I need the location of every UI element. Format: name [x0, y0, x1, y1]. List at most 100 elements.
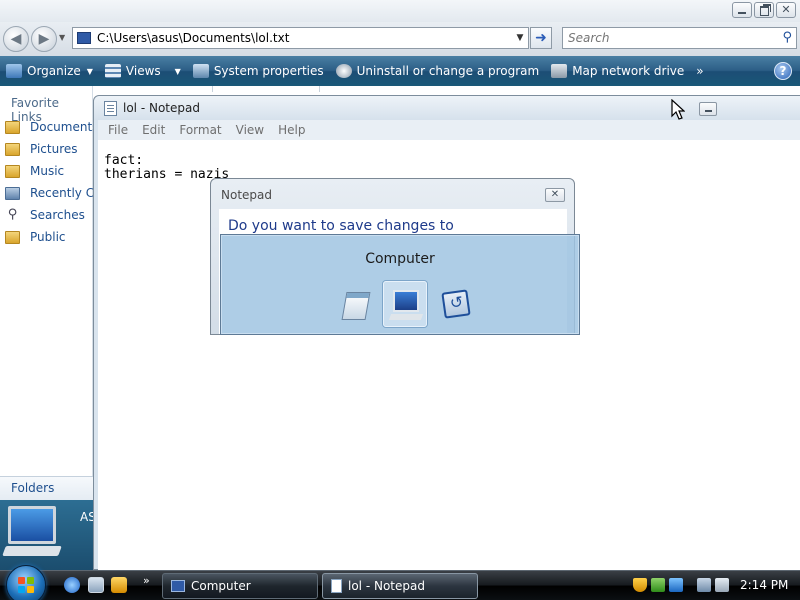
- security-shield-icon[interactable]: [633, 578, 647, 592]
- address-field[interactable]: C:\Users\asus\Documents\lol.txt ▼: [72, 27, 529, 49]
- switcher-item-computer[interactable]: [383, 281, 427, 327]
- details-pane: AS: [0, 500, 93, 570]
- nav-item-label: Pictures: [30, 142, 78, 156]
- system-tray: 2:14 PM: [630, 571, 800, 600]
- organize-label: Organize: [27, 64, 81, 78]
- taskbar: » Computer lol - Notepad 2:14 PM: [0, 565, 800, 600]
- chevron-down-icon: ▼: [174, 66, 181, 76]
- tray-app-icon[interactable]: [651, 578, 665, 592]
- volume-muted-icon[interactable]: [715, 578, 729, 592]
- toolbar-overflow-button[interactable]: »: [690, 56, 709, 86]
- nav-item-public[interactable]: Public: [5, 230, 66, 244]
- go-button[interactable]: ➜: [530, 27, 552, 49]
- flip3d-icon: [441, 289, 471, 319]
- notepad-icon: [331, 579, 342, 593]
- window-controls: ✕: [732, 2, 796, 18]
- tray-app-icon[interactable]: [669, 578, 683, 592]
- details-computer-name: AS: [80, 510, 93, 524]
- dialog-title: Notepad: [221, 188, 272, 202]
- switcher-title: Computer: [365, 251, 435, 267]
- help-icon[interactable]: ?: [774, 62, 792, 80]
- notepad-icon: [341, 292, 371, 320]
- search-icon[interactable]: ⚲: [782, 30, 792, 45]
- nav-item-recently-changed[interactable]: Recently Ch: [5, 186, 102, 200]
- folder-icon: [5, 230, 20, 244]
- computer-icon: [171, 580, 185, 592]
- folder-icon: [5, 142, 20, 156]
- uninstall-program-button[interactable]: Uninstall or change a program: [330, 56, 546, 86]
- menu-edit[interactable]: Edit: [142, 123, 165, 137]
- network-icon[interactable]: [697, 578, 711, 592]
- folder-icon: [5, 120, 20, 134]
- computer-icon: [77, 32, 91, 44]
- system-properties-button[interactable]: System properties: [187, 56, 330, 86]
- dialog-close-button[interactable]: ✕: [545, 188, 565, 202]
- menu-file[interactable]: File: [108, 123, 128, 137]
- switcher-item-notepad[interactable]: [333, 281, 377, 327]
- uninstall-label: Uninstall or change a program: [356, 64, 540, 78]
- search-input[interactable]: [568, 31, 768, 45]
- navigation-pane: Favorite Links Documents Pictures Music …: [0, 86, 102, 570]
- taskbar-button-computer[interactable]: Computer: [162, 573, 318, 599]
- views-button[interactable]: Views ▼: [99, 56, 187, 86]
- menu-format[interactable]: Format: [179, 123, 221, 137]
- window-switcher: Computer: [220, 234, 580, 335]
- menu-help[interactable]: Help: [278, 123, 305, 137]
- media-player-icon[interactable]: [111, 577, 127, 593]
- map-drive-label: Map network drive: [572, 64, 685, 78]
- column-divider: [212, 86, 320, 92]
- taskbar-button-notepad[interactable]: lol - Notepad: [322, 573, 478, 599]
- close-button[interactable]: ✕: [776, 2, 796, 18]
- notepad-title-bar[interactable]: lol - Notepad: [94, 96, 800, 120]
- chevron-down-icon: ▼: [86, 66, 93, 76]
- taskbar-button-label: Computer: [191, 579, 251, 593]
- folder-icon: [5, 164, 20, 178]
- quick-launch-overflow[interactable]: »: [143, 574, 150, 587]
- computer-base-icon: [388, 314, 424, 320]
- nav-item-label: Recently Ch: [30, 186, 102, 200]
- organize-button[interactable]: Organize ▼: [0, 56, 99, 86]
- command-toolbar: Organize ▼ Views ▼ System properties Uni…: [0, 56, 800, 86]
- nav-item-label: Searches: [30, 208, 85, 222]
- notepad-icon: [104, 100, 117, 116]
- explorer-title-bar[interactable]: ✕: [0, 0, 800, 22]
- network-drive-icon: [551, 64, 568, 78]
- show-desktop-icon[interactable]: [88, 577, 104, 593]
- notepad-content: fact: therians = nazis: [104, 154, 229, 182]
- views-label: Views: [125, 64, 161, 78]
- switcher-item-flip3d[interactable]: [433, 281, 477, 327]
- nav-item-pictures[interactable]: Pictures: [5, 142, 78, 156]
- address-text: C:\Users\asus\Documents\lol.txt: [97, 31, 290, 45]
- clock[interactable]: 2:14 PM: [740, 578, 788, 592]
- address-bar-row: ◀ ▶ ▼ C:\Users\asus\Documents\lol.txt ▼ …: [0, 22, 800, 56]
- computer-base-icon: [2, 546, 62, 556]
- menu-view[interactable]: View: [236, 123, 264, 137]
- recent-pages-dropdown[interactable]: ▼: [59, 33, 65, 42]
- search-icon: ⚲: [7, 207, 18, 222]
- switcher-icons: [333, 281, 477, 327]
- system-properties-label: System properties: [213, 64, 324, 78]
- map-network-drive-button[interactable]: Map network drive: [545, 56, 690, 86]
- nav-item-music[interactable]: Music: [5, 164, 64, 178]
- taskbar-button-label: lol - Notepad: [348, 579, 425, 593]
- internet-explorer-icon[interactable]: [64, 577, 80, 593]
- dialog-message: Do you want to save changes to: [228, 218, 454, 234]
- system-properties-icon: [192, 64, 209, 78]
- start-button[interactable]: [6, 565, 46, 600]
- notepad-minimize-button[interactable]: [699, 102, 717, 116]
- nav-item-label: Music: [30, 164, 65, 178]
- back-button[interactable]: ◀: [3, 26, 29, 52]
- computer-icon: [8, 506, 56, 544]
- recent-folder-icon: [5, 186, 20, 200]
- notepad-title: lol - Notepad: [123, 101, 200, 115]
- nav-item-searches[interactable]: ⚲ Searches: [5, 207, 85, 223]
- notepad-menu-bar: File Edit Format View Help: [98, 120, 800, 140]
- search-box[interactable]: ⚲: [562, 27, 797, 49]
- folders-toggle[interactable]: Folders: [0, 476, 93, 500]
- address-dropdown-icon[interactable]: ▼: [512, 33, 528, 43]
- nav-item-documents[interactable]: Documents: [5, 120, 98, 134]
- maximize-button[interactable]: [754, 2, 774, 18]
- uninstall-icon: [335, 64, 352, 78]
- minimize-button[interactable]: [732, 2, 752, 18]
- forward-button[interactable]: ▶: [31, 26, 57, 52]
